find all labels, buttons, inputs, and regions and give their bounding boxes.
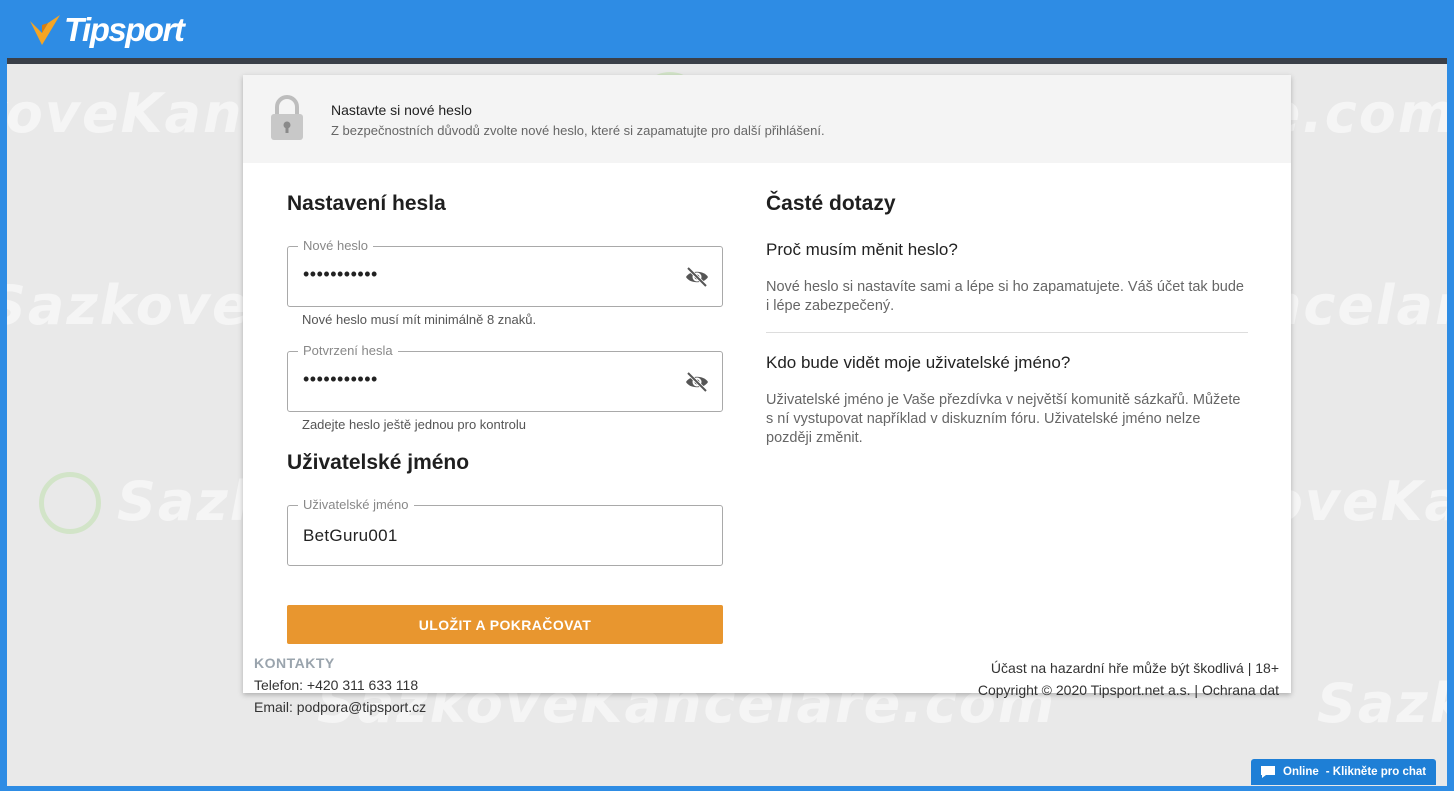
contact-phone[interactable]: Telefon: +420 311 633 118 xyxy=(254,677,426,693)
chat-button[interactable]: Online - Klikněte pro chat xyxy=(1251,759,1436,785)
faq-question: Kdo bude vidět moje uživatelské jméno? xyxy=(766,353,1071,372)
logo-check-icon xyxy=(30,15,60,45)
faq-answer: Nové heslo si nastavíte sami a lépe si h… xyxy=(766,279,1244,314)
new-password-field[interactable]: Nové heslo ••••••••••• xyxy=(287,238,723,307)
faq-title: Časté dotazy xyxy=(766,192,896,215)
logo-text: Tipsport xyxy=(64,11,185,48)
watermark: SazkoveKancelare.com xyxy=(1317,672,1447,735)
eye-off-icon[interactable] xyxy=(684,265,710,289)
copyright-text[interactable]: Copyright © 2020 Tipsport.net a.s. | Och… xyxy=(978,679,1279,701)
faq-answer: Uživatelské jméno je Vaše přezdívka v ne… xyxy=(766,392,1241,446)
confirm-password-help: Zadejte heslo ještě jednou pro kontrolu xyxy=(302,417,527,432)
save-continue-button[interactable]: ULOŽIT A POKRAČOVAT xyxy=(287,605,723,644)
faq-question: Proč musím měnit heslo? xyxy=(766,240,958,259)
password-section-title: Nastavení hesla xyxy=(287,192,446,215)
new-password-label: Nové heslo xyxy=(298,238,374,253)
username-field[interactable]: Uživatelské jméno BetGuru001 xyxy=(287,497,723,566)
username-label: Uživatelské jméno xyxy=(298,497,414,512)
chat-bubble-icon xyxy=(1261,766,1275,778)
new-password-value[interactable]: ••••••••••• xyxy=(303,264,378,285)
header-title: Nastavte si nové heslo xyxy=(331,102,472,118)
chat-label: - Klikněte pro chat xyxy=(1325,766,1427,778)
top-bar: Tipsport xyxy=(0,0,1454,58)
watermark-play-icon xyxy=(39,472,101,534)
card-header: Nastavte si nové heslo Z bezpečnostních … xyxy=(243,75,1291,163)
confirm-password-label: Potvrzení hesla xyxy=(298,343,398,358)
confirm-password-value[interactable]: ••••••••••• xyxy=(303,369,378,390)
contacts-heading: KONTAKTY xyxy=(254,655,335,671)
chat-status: Online xyxy=(1283,766,1319,778)
gambling-warning: Účast na hazardní hře může být škodlivá … xyxy=(990,660,1279,676)
password-setup-card: Nastavte si nové heslo Z bezpečnostních … xyxy=(243,75,1291,693)
contact-email[interactable]: Email: podpora@tipsport.cz xyxy=(254,699,426,715)
tipsport-logo[interactable]: Tipsport xyxy=(28,10,185,50)
header-subtitle: Z bezpečnostních důvodů zvolte nové hesl… xyxy=(331,123,825,138)
confirm-password-field[interactable]: Potvrzení hesla ••••••••••• xyxy=(287,343,723,412)
new-password-help: Nové heslo musí mít minimálně 8 znaků. xyxy=(302,312,537,327)
eye-off-icon[interactable] xyxy=(684,370,710,394)
username-value[interactable]: BetGuru001 xyxy=(303,526,398,546)
faq-divider xyxy=(766,332,1248,333)
lock-icon xyxy=(271,95,303,140)
username-section-title: Uživatelské jméno xyxy=(287,451,470,474)
footer-contacts: KONTAKTY Telefon: +420 311 633 118 Email… xyxy=(254,655,426,715)
footer-legal: Účast na hazardní hře může být škodlivá … xyxy=(978,657,1279,701)
